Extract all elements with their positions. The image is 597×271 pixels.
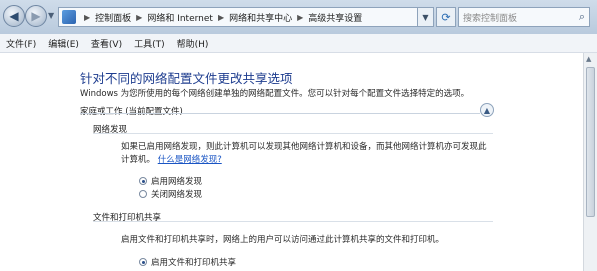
- network-discovery-text: 如果已启用网络发现，则此计算机可以发现其他网络计算机和设备，而其他网络计算机亦可…: [121, 141, 487, 167]
- vertical-scrollbar[interactable]: ▲: [583, 53, 597, 271]
- menu-help[interactable]: 帮助(H): [171, 37, 215, 50]
- menu-tools[interactable]: 工具(T): [128, 37, 171, 50]
- file-printer-text: 启用文件和打印机共享时，网络上的用户可以访问通过此计算机共享的文件和打印机。: [121, 235, 445, 245]
- radio-selected-icon[interactable]: [139, 177, 147, 185]
- menu-bar: 文件(F) 编辑(E) 查看(V) 工具(T) 帮助(H): [0, 34, 597, 53]
- back-button[interactable]: ◀: [3, 5, 25, 27]
- menu-view[interactable]: 查看(V): [85, 37, 128, 50]
- network-discovery-divider: [93, 133, 493, 134]
- profile-divider: [80, 113, 480, 114]
- option-enable-network-discovery[interactable]: 启用网络发现: [139, 175, 202, 187]
- option-disable-network-discovery[interactable]: 关闭网络发现: [139, 188, 202, 200]
- network-discovery-text-line2-row: 计算机。 什么是网络发现?: [121, 154, 487, 167]
- forward-button[interactable]: ▶: [25, 5, 47, 27]
- control-panel-icon: [62, 10, 76, 24]
- breadcrumb-item-network-internet[interactable]: 网络和 Internet: [147, 11, 213, 24]
- address-dropdown-button[interactable]: ▼: [418, 7, 434, 27]
- breadcrumb-item-network-sharing-center[interactable]: 网络和共享中心: [229, 11, 292, 24]
- address-bar: ◀ ▶ ▼ ▶ 控制面板 ▶ 网络和 Internet ▶ 网络和共享中心 ▶ …: [0, 0, 597, 35]
- option-label: 关闭网络发现: [151, 190, 203, 200]
- search-input[interactable]: 搜索控制面板 ⌕: [458, 7, 590, 27]
- back-arrow-icon: ◀: [9, 9, 19, 23]
- network-discovery-text-line1: 如果已启用网络发现，则此计算机可以发现其他网络计算机和设备，而其他网络计算机亦可…: [121, 142, 487, 152]
- search-placeholder: 搜索控制面板: [463, 13, 518, 24]
- main-content: 针对不同的网络配置文件更改共享选项 Windows 为您所使用的每个网络创建单独…: [0, 53, 583, 271]
- breadcrumb-chevron-icon[interactable]: ▶: [218, 13, 224, 22]
- breadcrumb[interactable]: ▶ 控制面板 ▶ 网络和 Internet ▶ 网络和共享中心 ▶ 高级共享设置: [58, 7, 418, 27]
- refresh-button[interactable]: ⟳: [436, 7, 456, 27]
- radio-unselected-icon[interactable]: [139, 190, 147, 198]
- menu-file[interactable]: 文件(F): [0, 37, 42, 50]
- breadcrumb-chevron-icon[interactable]: ▶: [297, 13, 303, 22]
- page-description: Windows 为您所使用的每个网络创建单独的网络配置文件。您可以针对每个配置文…: [80, 89, 470, 99]
- menu-edit[interactable]: 编辑(E): [42, 37, 85, 50]
- chevron-up-icon: ▲: [483, 105, 491, 115]
- radio-selected-icon[interactable]: [139, 258, 147, 266]
- breadcrumb-chevron-icon[interactable]: ▶: [136, 13, 142, 22]
- collapse-profile-button[interactable]: ▲: [480, 103, 494, 117]
- network-discovery-text-line2: 计算机。: [121, 155, 156, 165]
- breadcrumb-item-advanced-sharing[interactable]: 高级共享设置: [308, 11, 362, 24]
- breadcrumb-item-control-panel[interactable]: 控制面板: [95, 11, 131, 24]
- breadcrumb-chevron-icon[interactable]: ▶: [84, 13, 90, 22]
- option-enable-file-printer-sharing[interactable]: 启用文件和打印机共享: [139, 256, 236, 268]
- scrollbar-thumb[interactable]: [586, 67, 595, 217]
- refresh-icon: ⟳: [441, 10, 451, 24]
- page-title: 针对不同的网络配置文件更改共享选项: [80, 71, 293, 86]
- search-icon[interactable]: ⌕: [579, 10, 585, 24]
- recent-pages-dropdown-icon[interactable]: ▼: [48, 11, 54, 20]
- option-label: 启用网络发现: [151, 177, 203, 187]
- scroll-up-icon[interactable]: ▲: [586, 55, 591, 63]
- profile-header: 家庭或工作 (当前配置文件): [80, 107, 183, 117]
- chevron-down-icon: ▼: [422, 12, 429, 22]
- file-printer-divider: [93, 221, 493, 222]
- forward-arrow-icon: ▶: [31, 9, 41, 23]
- what-is-network-discovery-link[interactable]: 什么是网络发现?: [158, 155, 222, 165]
- option-label: 启用文件和打印机共享: [151, 258, 237, 268]
